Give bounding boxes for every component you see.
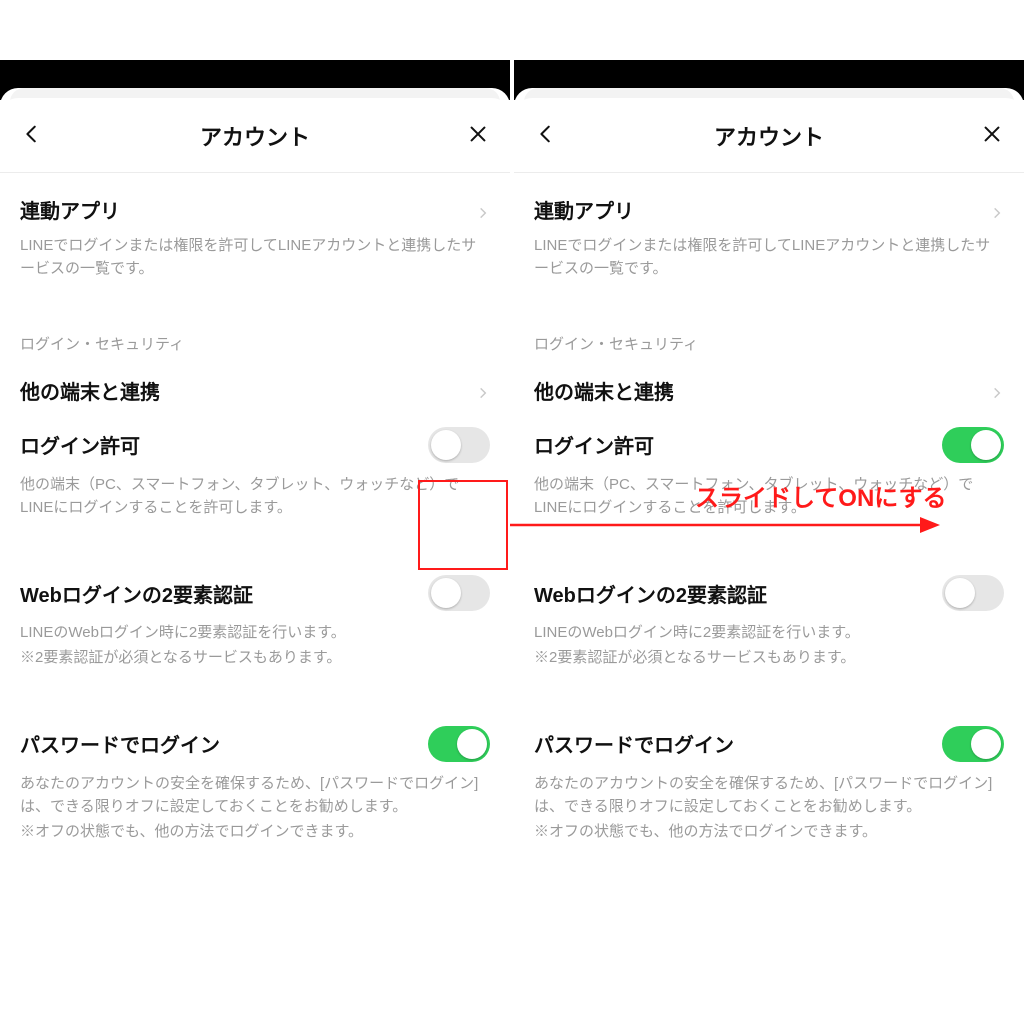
login-allow-label: ログイン許可 (534, 430, 654, 459)
chevron-left-icon (535, 123, 557, 150)
password-login-label: パスワードでログイン (534, 729, 734, 758)
row-linked-apps[interactable]: 連動アプリ LINEでログインまたは権限を許可してLINEアカウントと連携したサ… (20, 173, 490, 281)
settings-sheet: アカウント 連動アプリ LINEでログインまたは権限を許可して (0, 98, 510, 1000)
close-button[interactable] (978, 122, 1006, 150)
password-login-desc1: あなたのアカウントの安全を確保するため、[パスワードでログイン]は、できる限りオ… (534, 772, 1004, 819)
row-login-allow: ログイン許可 他の端末（PC、スマートフォン、タブレット、ウォッチなど）でLIN… (20, 405, 490, 520)
password-login-toggle[interactable] (428, 726, 490, 762)
password-login-label: パスワードでログイン (20, 729, 220, 758)
password-login-desc2: ※オフの状態でも、他の方法でログインできます。 (20, 820, 490, 843)
chevron-left-icon (21, 123, 43, 150)
row-link-devices[interactable]: 他の端末と連携 (534, 354, 1004, 405)
row-two-factor: Webログインの2要素認証 LINEのWebログイン時に2要素認証を行います。 … (20, 575, 490, 670)
two-factor-label: Webログインの2要素認証 (534, 579, 767, 608)
close-button[interactable] (464, 122, 492, 150)
two-factor-desc1: LINEのWebログイン時に2要素認証を行います。 (20, 621, 490, 644)
row-linked-apps[interactable]: 連動アプリ LINEでログインまたは権限を許可してLINEアカウントと連携したサ… (534, 173, 1004, 281)
phone-left: アカウント 連動アプリ LINEでログインまたは権限を許可して (0, 88, 510, 1000)
linked-apps-desc: LINEでログインまたは権限を許可してLINEアカウントと連携したサービスの一覧… (534, 234, 1004, 281)
login-allow-toggle[interactable] (942, 427, 1004, 463)
link-devices-label: 他の端末と連携 (20, 376, 160, 405)
chevron-right-icon (476, 383, 490, 397)
page-title: アカウント (200, 120, 310, 152)
back-button[interactable] (18, 122, 46, 150)
password-login-toggle[interactable] (942, 726, 1004, 762)
linked-apps-label: 連動アプリ (20, 195, 120, 224)
row-password-login: パスワードでログイン あなたのアカウントの安全を確保するため、[パスワードでログ… (20, 726, 490, 844)
annotation-text: スライドしてONにする (695, 478, 947, 513)
two-factor-label: Webログインの2要素認証 (20, 579, 253, 608)
two-factor-toggle[interactable] (428, 575, 490, 611)
header: アカウント (514, 106, 1024, 172)
linked-apps-label: 連動アプリ (534, 195, 634, 224)
chevron-right-icon (990, 203, 1004, 217)
header: アカウント (0, 106, 510, 172)
group-label-security: ログイン・セキュリティ (514, 281, 1024, 354)
settings-sheet: アカウント 連動アプリ LINEでログインまたは権限を許可して (514, 98, 1024, 1000)
group-label-security: ログイン・セキュリティ (0, 281, 510, 354)
password-login-desc1: あなたのアカウントの安全を確保するため、[パスワードでログイン]は、できる限りオ… (20, 772, 490, 819)
chevron-right-icon (990, 383, 1004, 397)
close-icon (467, 123, 489, 150)
password-login-desc2: ※オフの状態でも、他の方法でログインできます。 (534, 820, 1004, 843)
row-two-factor: Webログインの2要素認証 LINEのWebログイン時に2要素認証を行います。 … (534, 575, 1004, 670)
row-link-devices[interactable]: 他の端末と連携 (20, 354, 490, 405)
linked-apps-desc: LINEでログインまたは権限を許可してLINEアカウントと連携したサービスの一覧… (20, 234, 490, 281)
two-factor-toggle[interactable] (942, 575, 1004, 611)
login-allow-desc: 他の端末（PC、スマートフォン、タブレット、ウォッチなど）でLINEにログインす… (20, 473, 490, 520)
two-factor-desc1: LINEのWebログイン時に2要素認証を行います。 (534, 621, 1004, 644)
login-allow-toggle[interactable] (428, 427, 490, 463)
close-icon (981, 123, 1003, 150)
chevron-right-icon (476, 203, 490, 217)
back-button[interactable] (532, 122, 560, 150)
row-password-login: パスワードでログイン あなたのアカウントの安全を確保するため、[パスワードでログ… (534, 726, 1004, 844)
link-devices-label: 他の端末と連携 (534, 376, 674, 405)
two-factor-desc2: ※2要素認証が必須となるサービスもあります。 (534, 646, 1004, 669)
login-allow-label: ログイン許可 (20, 430, 140, 459)
two-factor-desc2: ※2要素認証が必須となるサービスもあります。 (20, 646, 490, 669)
center-divider (510, 60, 514, 1000)
phone-right: アカウント 連動アプリ LINEでログインまたは権限を許可して (514, 88, 1024, 1000)
page-title: アカウント (714, 120, 824, 152)
